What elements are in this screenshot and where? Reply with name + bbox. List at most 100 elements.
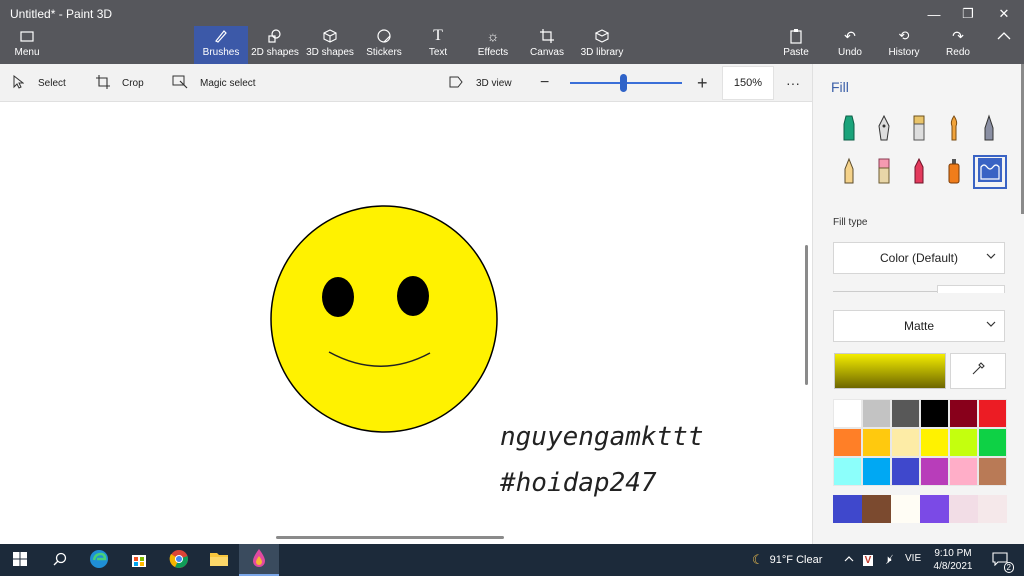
tray-app-button[interactable]: V <box>858 544 878 576</box>
zoom-slider-thumb[interactable] <box>619 74 627 92</box>
stickers-icon <box>376 26 392 46</box>
taskbar-chrome[interactable] <box>159 544 199 576</box>
select-button[interactable]: Select <box>12 64 66 102</box>
finish-dropdown[interactable]: Matte <box>833 310 1005 342</box>
color-swatch[interactable] <box>949 399 978 428</box>
color-swatch[interactable] <box>891 428 920 457</box>
collapse-ribbon-button[interactable] <box>990 26 1018 64</box>
color-swatch[interactable] <box>949 428 978 457</box>
taskbar-store[interactable] <box>119 544 159 576</box>
moon-icon: ☾ <box>752 552 764 567</box>
more-options-button[interactable]: ··· <box>786 64 800 102</box>
chrome-icon <box>169 549 189 572</box>
canvas-icon <box>539 26 555 46</box>
windows-icon <box>12 551 28 570</box>
folder-icon <box>20 26 34 46</box>
clipboard-icon <box>789 26 803 46</box>
color-swatch[interactable] <box>920 399 949 428</box>
drawing-canvas[interactable]: nguyengamkttt #hoidap247 <box>0 102 812 544</box>
zoom-in-button[interactable]: + <box>697 64 708 102</box>
horizontal-scrollbar[interactable] <box>276 536 504 539</box>
taskbar-file-explorer[interactable] <box>199 544 239 576</box>
tab-text[interactable]: T Text <box>420 26 456 64</box>
input-language[interactable]: VIE <box>905 553 921 564</box>
custom-color-swatch[interactable] <box>920 495 949 523</box>
tab-stickers[interactable]: Stickers <box>363 26 405 64</box>
fill-type-dropdown[interactable]: Color (Default) <box>833 242 1005 274</box>
custom-color-swatch[interactable] <box>891 495 920 523</box>
taskbar-paint-3d[interactable] <box>239 544 279 576</box>
current-color-swatch[interactable] <box>834 353 946 389</box>
zoom-out-button[interactable]: − <box>540 64 549 102</box>
redo-icon: ↷ <box>952 27 964 44</box>
color-swatch[interactable] <box>833 428 862 457</box>
color-swatch[interactable] <box>862 428 891 457</box>
color-swatch[interactable] <box>891 399 920 428</box>
notifications-button[interactable]: 2 <box>986 544 1014 576</box>
tab-effects[interactable]: ☼ Effects <box>472 26 514 64</box>
marker-tool[interactable] <box>833 114 865 146</box>
crop-button[interactable]: Crop <box>96 64 144 102</box>
start-button[interactable] <box>0 544 40 576</box>
color-swatch[interactable] <box>978 399 1007 428</box>
color-swatch[interactable] <box>949 457 978 486</box>
paste-button[interactable]: Paste <box>778 26 814 64</box>
custom-color-swatch[interactable] <box>978 495 1007 523</box>
redo-button[interactable]: ↷ Redo <box>940 26 976 64</box>
oil-brush-tool[interactable] <box>903 114 935 146</box>
weather-widget[interactable]: ☾ 91°F Clear <box>752 544 822 576</box>
custom-color-swatch[interactable] <box>949 495 978 523</box>
taskbar-edge[interactable] <box>79 544 119 576</box>
watercolor-tool[interactable] <box>938 114 970 146</box>
search-button[interactable] <box>40 544 80 576</box>
spray-can-icon <box>946 157 962 190</box>
menu-button[interactable]: Menu <box>6 26 48 64</box>
thickness-box <box>937 285 1005 293</box>
history-icon: ⟲ <box>898 28 910 43</box>
color-swatch[interactable] <box>862 399 891 428</box>
tab-brushes[interactable]: Brushes <box>194 26 248 64</box>
undo-button[interactable]: ↶ Undo <box>832 26 868 64</box>
color-swatch[interactable] <box>862 457 891 486</box>
3d-view-button[interactable]: 3D view <box>448 64 512 102</box>
paint-3d-icon <box>250 548 268 571</box>
zoom-level[interactable]: 150% <box>722 66 774 100</box>
ribbon: Untitled* - Paint 3D — ❐ ✕ Menu Brushes … <box>0 0 1024 64</box>
show-hidden-icons-button[interactable] <box>840 544 858 576</box>
spray-can-tool[interactable] <box>938 157 970 189</box>
eraser-tool[interactable] <box>868 157 900 189</box>
close-button[interactable]: ✕ <box>986 4 1022 24</box>
history-button[interactable]: ⟲ History <box>884 26 924 64</box>
store-icon <box>130 550 148 571</box>
tab-canvas[interactable]: Canvas <box>528 26 566 64</box>
color-swatch[interactable] <box>920 457 949 486</box>
color-swatch[interactable] <box>833 399 862 428</box>
color-swatch[interactable] <box>833 457 862 486</box>
color-swatch[interactable] <box>978 457 1007 486</box>
search-icon <box>52 551 68 570</box>
tab-3d-shapes[interactable]: 3D shapes <box>305 26 355 64</box>
speaker-muted-icon: 🕨̸ <box>884 553 892 566</box>
magic-select-button[interactable]: Magic select <box>172 64 256 102</box>
volume-button[interactable]: 🕨̸ <box>878 544 898 576</box>
tab-2d-shapes[interactable]: 2D shapes <box>250 26 300 64</box>
tab-3d-library[interactable]: 3D library <box>578 26 626 64</box>
fill-tool[interactable] <box>973 155 1007 189</box>
custom-color-swatch[interactable] <box>862 495 891 523</box>
crayon-tool[interactable] <box>903 157 935 189</box>
custom-color-swatch[interactable] <box>833 495 862 523</box>
color-swatch[interactable] <box>978 428 1007 457</box>
minimize-button[interactable]: — <box>916 4 952 24</box>
canvas-text-2: #hoidap247 <box>500 468 657 498</box>
color-swatch[interactable] <box>891 457 920 486</box>
effects-icon: ☼ <box>486 28 500 44</box>
pixel-pen-tool[interactable] <box>973 113 1005 146</box>
pencil-tool[interactable] <box>833 157 865 189</box>
color-swatch[interactable] <box>920 428 949 457</box>
vertical-scrollbar[interactable] <box>805 245 808 385</box>
calligraphy-pen-tool[interactable] <box>868 114 900 146</box>
3d-library-icon <box>594 26 610 46</box>
clock[interactable]: 9:10 PM 4/8/2021 <box>926 547 980 573</box>
maximize-button[interactable]: ❐ <box>950 4 986 24</box>
eyedropper-button[interactable] <box>950 353 1006 389</box>
